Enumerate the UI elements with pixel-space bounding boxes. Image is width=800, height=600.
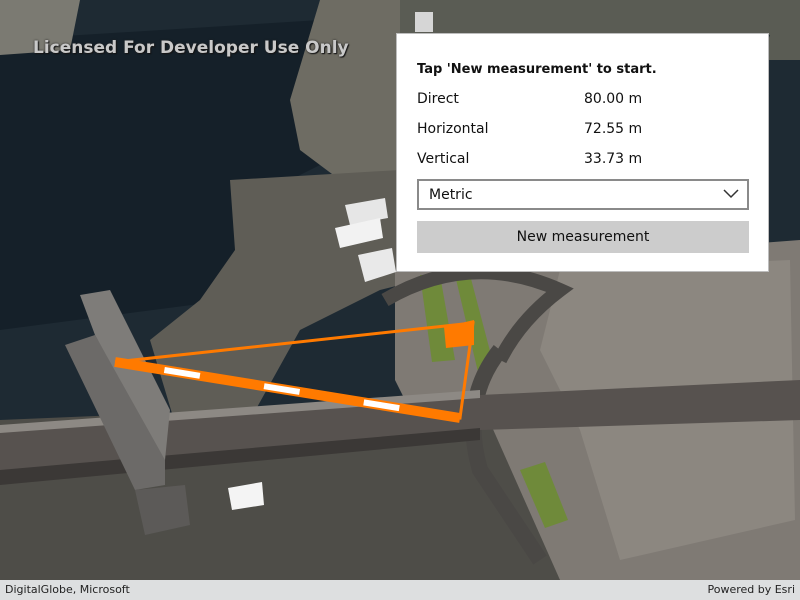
vertical-label: Vertical xyxy=(417,151,470,167)
direct-label: Direct xyxy=(417,91,459,107)
attribution-text: DigitalGlobe, Microsoft xyxy=(5,583,130,596)
new-measurement-button[interactable]: New measurement xyxy=(417,221,749,253)
measurement-panel: Tap 'New measurement' to start. Direct 8… xyxy=(396,33,769,272)
instructions-text: Tap 'New measurement' to start. xyxy=(417,62,657,77)
building-top xyxy=(415,12,433,32)
horizontal-value: 72.55 m xyxy=(584,121,643,137)
powered-by-text[interactable]: Powered by Esri xyxy=(707,583,795,596)
unit-system-selected: Metric xyxy=(429,187,473,203)
horizontal-label: Horizontal xyxy=(417,121,489,137)
unit-system-dropdown[interactable]: Metric xyxy=(417,179,749,210)
vertical-value: 33.73 m xyxy=(584,151,643,167)
direct-value: 80.00 m xyxy=(584,91,643,107)
license-watermark: Licensed For Developer Use Only xyxy=(33,38,349,58)
chevron-down-icon xyxy=(723,189,739,199)
attribution-bar: DigitalGlobe, Microsoft Powered by Esri xyxy=(0,580,800,600)
